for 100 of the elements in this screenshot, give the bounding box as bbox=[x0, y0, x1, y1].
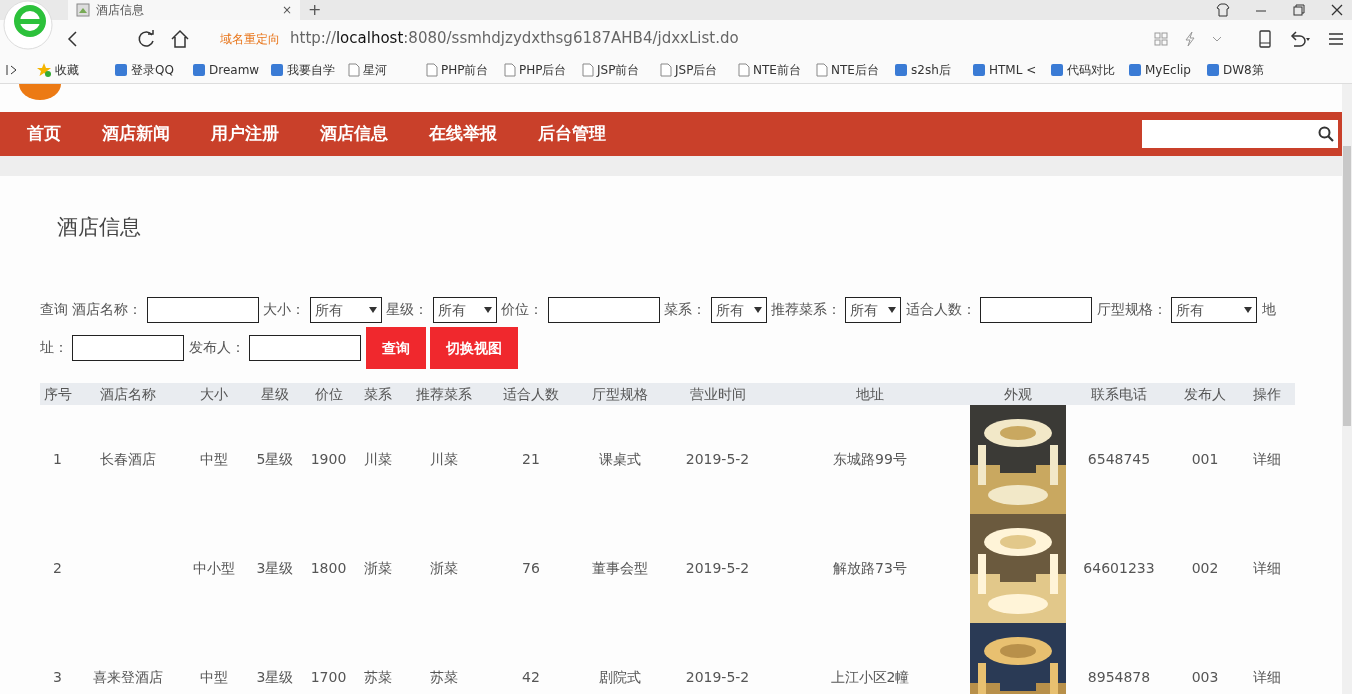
table-cell: 8954878 bbox=[1087, 669, 1151, 685]
scrollbar[interactable] bbox=[1342, 84, 1352, 694]
site-icon bbox=[1050, 63, 1064, 77]
tablet-icon[interactable] bbox=[1258, 29, 1272, 48]
column-header: 厅型规格 bbox=[575, 383, 665, 405]
bookmark[interactable]: Dreamw bbox=[192, 61, 270, 79]
column-header: 推荐菜系 bbox=[400, 383, 487, 405]
input-field[interactable] bbox=[249, 335, 362, 361]
chevron-down-icon[interactable] bbox=[1212, 34, 1222, 43]
bookmark[interactable]: 我要自学 bbox=[270, 61, 348, 79]
dropdown[interactable]: 所有 bbox=[432, 297, 497, 323]
table-cell: 苏菜 bbox=[363, 669, 392, 685]
bookmark[interactable]: 代码对比 bbox=[1050, 61, 1128, 79]
url-text[interactable]: http://localhost:8080/ssmhdjzydxthsg6187AHB4/jdxxList.do bbox=[290, 27, 739, 50]
site-icon bbox=[972, 63, 986, 77]
page-title: 酒店信息 bbox=[57, 214, 142, 241]
page-icon bbox=[76, 3, 90, 17]
tab-close-button[interactable]: × bbox=[281, 1, 292, 19]
logo-icon bbox=[19, 84, 61, 100]
table-cell: 浙菜 bbox=[363, 560, 392, 576]
table-cell: 中小型 bbox=[193, 560, 235, 576]
undo-icon[interactable] bbox=[1288, 29, 1312, 48]
restore-icon[interactable] bbox=[1292, 3, 1306, 17]
filter-label: 发布人： bbox=[188, 339, 245, 355]
column-header: 大小 bbox=[180, 383, 248, 405]
document-icon bbox=[426, 63, 438, 77]
input-field[interactable] bbox=[980, 297, 1093, 323]
input-field[interactable] bbox=[72, 335, 185, 361]
site-icon bbox=[114, 63, 128, 77]
site-icon bbox=[1128, 63, 1142, 77]
dropdown[interactable]: 所有 bbox=[845, 297, 902, 323]
table-cell: 42 bbox=[522, 669, 540, 685]
nav-link[interactable]: 酒店新闻 bbox=[102, 121, 170, 147]
filter-label: 大小： bbox=[263, 301, 306, 317]
filter-button[interactable]: 切换视图 bbox=[430, 327, 519, 369]
table-cell: 3星级 bbox=[256, 669, 294, 685]
home-icon[interactable] bbox=[170, 28, 190, 49]
bookmark[interactable]: HTML < bbox=[972, 61, 1050, 79]
bookmark[interactable]: 登录QQ bbox=[114, 61, 192, 79]
bookmark[interactable]: JSP前台 bbox=[582, 61, 660, 79]
tab-title[interactable]: 酒店信息 bbox=[96, 1, 276, 19]
bookmark[interactable]: 星河 bbox=[348, 61, 426, 79]
bookmark[interactable]: JSP后台 bbox=[660, 61, 738, 79]
table-cell: 2 bbox=[53, 560, 62, 576]
document-icon bbox=[738, 63, 750, 77]
input-field[interactable] bbox=[146, 297, 259, 323]
nav-link[interactable]: 后台管理 bbox=[538, 121, 606, 147]
column-header: 菜系 bbox=[355, 383, 400, 405]
table-cell: 002 bbox=[1191, 560, 1219, 576]
new-tab-button[interactable]: + bbox=[308, 0, 322, 22]
bookmark[interactable]: 收藏 bbox=[36, 61, 114, 79]
dropdown[interactable]: 所有 bbox=[309, 297, 382, 323]
menu-icon[interactable] bbox=[1328, 31, 1344, 46]
table-cell: 64601233 bbox=[1083, 560, 1155, 576]
column-header: 价位 bbox=[302, 383, 355, 405]
nav-link[interactable]: 首页 bbox=[27, 121, 61, 147]
site-icon bbox=[894, 63, 908, 77]
lightning-icon[interactable] bbox=[1184, 30, 1196, 47]
bookmark[interactable]: NTE前台 bbox=[738, 61, 816, 79]
filter-label: 地 bbox=[1261, 301, 1276, 317]
detail-link[interactable]: 详细 bbox=[1252, 669, 1281, 685]
filter-label: 厅型规格： bbox=[1096, 301, 1167, 317]
bookmark[interactable]: PHP前台 bbox=[426, 61, 504, 79]
bookmark[interactable]: s2sh后 bbox=[894, 61, 972, 79]
document-icon bbox=[816, 63, 828, 77]
table-cell: 1900 bbox=[310, 451, 347, 467]
table-cell: 东城路99号 bbox=[833, 451, 907, 467]
search-field[interactable] bbox=[1142, 120, 1338, 148]
star-icon bbox=[36, 62, 52, 78]
table-cell: 6548745 bbox=[1087, 451, 1151, 467]
table-cell: 76 bbox=[522, 560, 540, 576]
input-field[interactable] bbox=[547, 297, 660, 323]
document-icon bbox=[660, 63, 672, 77]
table-cell: 上江小区2幢 bbox=[830, 669, 910, 685]
bookmark[interactable]: MyEclip bbox=[1128, 61, 1206, 79]
column-header: 外观 bbox=[970, 383, 1066, 405]
bookmark[interactable]: PHP后台 bbox=[504, 61, 582, 79]
site-icon bbox=[192, 63, 206, 77]
close-icon[interactable] bbox=[1330, 3, 1344, 17]
dropdown[interactable]: 所有 bbox=[710, 297, 767, 323]
dropdown[interactable]: 所有 bbox=[1171, 297, 1258, 323]
reload-icon[interactable] bbox=[136, 28, 156, 49]
detail-link[interactable]: 详细 bbox=[1252, 560, 1281, 576]
table-cell: 2019-5-2 bbox=[685, 451, 750, 467]
dropdown-arrow-icon bbox=[753, 307, 762, 313]
nav-link[interactable]: 在线举报 bbox=[429, 121, 497, 147]
bookmark[interactable]: DW8第 bbox=[1206, 61, 1284, 79]
table-cell: 喜来登酒店 bbox=[92, 669, 163, 685]
bookmark[interactable]: NTE后台 bbox=[816, 61, 894, 79]
filter-label: 查询 bbox=[40, 301, 68, 317]
sidebar-toggle-icon[interactable] bbox=[6, 64, 18, 76]
filter-button[interactable]: 查询 bbox=[365, 327, 426, 369]
nav-link[interactable]: 酒店信息 bbox=[320, 121, 388, 147]
nav-link[interactable]: 用户注册 bbox=[211, 121, 279, 147]
table-cell: 剧院式 bbox=[599, 669, 641, 685]
shirt-icon[interactable] bbox=[1216, 3, 1230, 17]
search-icon[interactable] bbox=[1318, 126, 1334, 142]
back-icon[interactable] bbox=[66, 29, 80, 48]
browser-tab[interactable]: 酒店信息 × bbox=[68, 0, 300, 20]
detail-link[interactable]: 详细 bbox=[1252, 451, 1281, 467]
